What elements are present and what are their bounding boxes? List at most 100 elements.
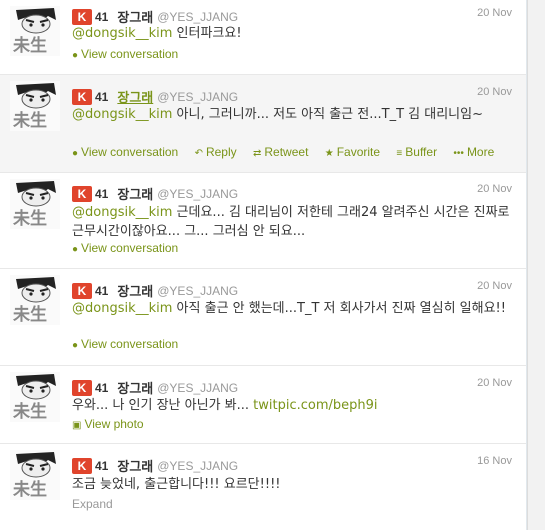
user-handle[interactable]: @YES_JJANG: [157, 381, 238, 395]
view-photo-label: View photo: [84, 417, 144, 431]
view-conversation-label: View conversation: [81, 241, 179, 255]
tweet-header: K 41 장그래 @YES_JJANG: [72, 6, 238, 26]
expand-link[interactable]: Expand: [72, 497, 113, 511]
tweet-item[interactable]: 未生 K 41 장그래 @YES_JJANG 16 Nov 조금 늦었네, 출근합니다…: [0, 444, 526, 530]
buffer-label: Buffer: [405, 145, 438, 159]
user-handle[interactable]: @YES_JJANG: [157, 187, 238, 201]
avatar[interactable]: 未生: [10, 275, 60, 325]
view-conversation-link[interactable]: ● View conversation: [72, 47, 178, 61]
user-fullname[interactable]: 장그래: [117, 90, 153, 105]
avatar[interactable]: 未生: [10, 81, 60, 131]
reply-label: Reply: [205, 145, 237, 159]
favorite-button[interactable]: ★ Favorite: [325, 145, 380, 159]
tweet-header: K 41 장그래 @YES_JJANG: [72, 377, 238, 397]
view-photo-link[interactable]: ▣ View photo: [72, 417, 144, 431]
klout-score: 41: [95, 283, 109, 298]
tweet-header: K 41 장그래 @YES_JJANG: [72, 86, 238, 106]
tweet-actions: ● View conversation: [72, 337, 191, 351]
view-conversation-label: View conversation: [81, 337, 179, 351]
tweet-timestamp[interactable]: 20 Nov: [477, 183, 512, 195]
photo-icon: ▣: [72, 420, 82, 431]
view-conversation-label: View conversation: [81, 47, 179, 61]
mention-link[interactable]: @dongsik__kim: [72, 301, 172, 316]
avatar[interactable]: 未生: [10, 179, 60, 229]
view-conversation-label: View conversation: [81, 145, 179, 159]
tweet-item[interactable]: 未生 K 41 장그래 @YES_JJANG 20 Nov @dongsik__kim…: [0, 269, 526, 366]
tweet-actions: ▣ View photo: [72, 417, 157, 431]
avatar[interactable]: 未生: [10, 6, 60, 56]
retweet-icon: ⇄: [252, 148, 262, 159]
user-fullname[interactable]: 장그래: [117, 381, 153, 396]
klout-icon[interactable]: K: [72, 457, 92, 474]
tweet-header: K 41 장그래 @YES_JJANG: [72, 280, 238, 300]
tweet-text: @dongsik__kim 근데요... 김 대리님이 저한테 그래24 알려주…: [72, 203, 512, 241]
tweet-actions: ● View conversation ↶ Reply ⇄ Retweet ★ Favo…: [72, 145, 507, 159]
mention-link[interactable]: @dongsik__kim: [72, 107, 172, 122]
buffer-stack-icon: ≡: [396, 148, 403, 159]
tweet-body: 우와... 나 인기 장난 아닌가 봐...: [72, 398, 254, 413]
more-button[interactable]: ••• More: [453, 145, 494, 159]
view-conversation-link[interactable]: ● View conversation: [72, 241, 178, 255]
tweet-timestamp[interactable]: 20 Nov: [477, 86, 512, 98]
avatar-glyphs: 未生: [12, 35, 47, 56]
tweet-stream: 未生 K 41 장그래 @YES_JJANG 20 Nov @dongsik__kim…: [0, 0, 527, 530]
tweet-body: 아니, 그러니까... 저도 아직 출근 전...T_T 김 대리니임~: [172, 107, 483, 122]
tweet-item[interactable]: 未生 K 41 장그래 @YES_JJANG 20 Nov 우와... 나 인기 장난…: [0, 366, 526, 444]
view-conversation-link[interactable]: ● View conversation: [72, 145, 178, 159]
tweet-text: 조금 늦었네, 출근합니다!!! 요르단!!!!: [72, 475, 512, 494]
retweet-button[interactable]: ⇄ Retweet: [253, 145, 308, 159]
tweet-text: 우와... 나 인기 장난 아닌가 봐... twitpic.com/beph9…: [72, 396, 512, 415]
tweet-text: @dongsik__kim 아니, 그러니까... 저도 아직 출근 전...T…: [72, 105, 512, 124]
tweet-timestamp[interactable]: 20 Nov: [477, 377, 512, 389]
tweet-header: K 41 장그래 @YES_JJANG: [72, 455, 238, 475]
user-handle[interactable]: @YES_JJANG: [157, 10, 238, 24]
klout-score: 41: [95, 458, 109, 473]
avatar[interactable]: 未生: [10, 372, 60, 422]
tweet-item[interactable]: 未生 K 41 장그래 @YES_JJANG 20 Nov @dongsik__kim…: [0, 75, 526, 173]
star-icon: ★: [324, 148, 334, 159]
klout-icon[interactable]: K: [72, 379, 92, 396]
avatar-glyphs: 未生: [12, 208, 47, 229]
user-handle[interactable]: @YES_JJANG: [157, 284, 238, 298]
user-fullname[interactable]: 장그래: [117, 459, 153, 474]
tweet-actions: ● View conversation: [72, 241, 191, 255]
view-conversation-link[interactable]: ● View conversation: [72, 337, 178, 351]
speech-bubble-icon: ●: [72, 244, 79, 255]
klout-score: 41: [95, 9, 109, 24]
klout-icon[interactable]: K: [72, 282, 92, 299]
more-dots-icon: •••: [453, 148, 464, 159]
tweet-body: 조금 늦었네, 출근합니다!!! 요르단!!!!: [72, 477, 281, 492]
user-fullname[interactable]: 장그래: [117, 284, 153, 299]
mention-link[interactable]: @dongsik__kim: [72, 26, 172, 41]
avatar-glyphs: 未生: [12, 110, 47, 131]
tweet-item[interactable]: 未生 K 41 장그래 @YES_JJANG 20 Nov @dongsik__kim…: [0, 173, 526, 269]
speech-bubble-icon: ●: [72, 340, 79, 351]
user-fullname[interactable]: 장그래: [117, 187, 153, 202]
klout-score: 41: [95, 89, 109, 104]
speech-bubble-icon: ●: [72, 148, 79, 159]
user-handle[interactable]: @YES_JJANG: [157, 90, 238, 104]
avatar[interactable]: 未生: [10, 450, 60, 500]
tweet-body: 인터파크요!: [172, 26, 242, 41]
more-label: More: [466, 145, 495, 159]
klout-icon[interactable]: K: [72, 8, 92, 25]
twitpic-link[interactable]: twitpic.com/beph9i: [253, 398, 377, 413]
mention-link[interactable]: @dongsik__kim: [72, 205, 172, 220]
klout-score: 41: [95, 380, 109, 395]
tweet-item[interactable]: 未生 K 41 장그래 @YES_JJANG 20 Nov @dongsik__kim…: [0, 0, 526, 75]
reply-button[interactable]: ↶ Reply: [195, 145, 237, 159]
user-handle[interactable]: @YES_JJANG: [157, 459, 238, 473]
avatar-glyphs: 未生: [12, 304, 47, 325]
klout-icon[interactable]: K: [72, 185, 92, 202]
tweet-timestamp[interactable]: 16 Nov: [477, 455, 512, 467]
retweet-label: Retweet: [264, 145, 309, 159]
tweet-timestamp[interactable]: 20 Nov: [477, 7, 512, 19]
tweet-actions: ● View conversation: [72, 47, 191, 61]
avatar-glyphs: 未生: [12, 479, 47, 500]
tweet-actions: Expand: [72, 497, 126, 511]
user-fullname[interactable]: 장그래: [117, 10, 153, 25]
tweet-timestamp[interactable]: 20 Nov: [477, 280, 512, 292]
scrollbar[interactable]: [527, 0, 545, 530]
klout-icon[interactable]: K: [72, 88, 92, 105]
buffer-button[interactable]: ≡ Buffer: [396, 145, 437, 159]
